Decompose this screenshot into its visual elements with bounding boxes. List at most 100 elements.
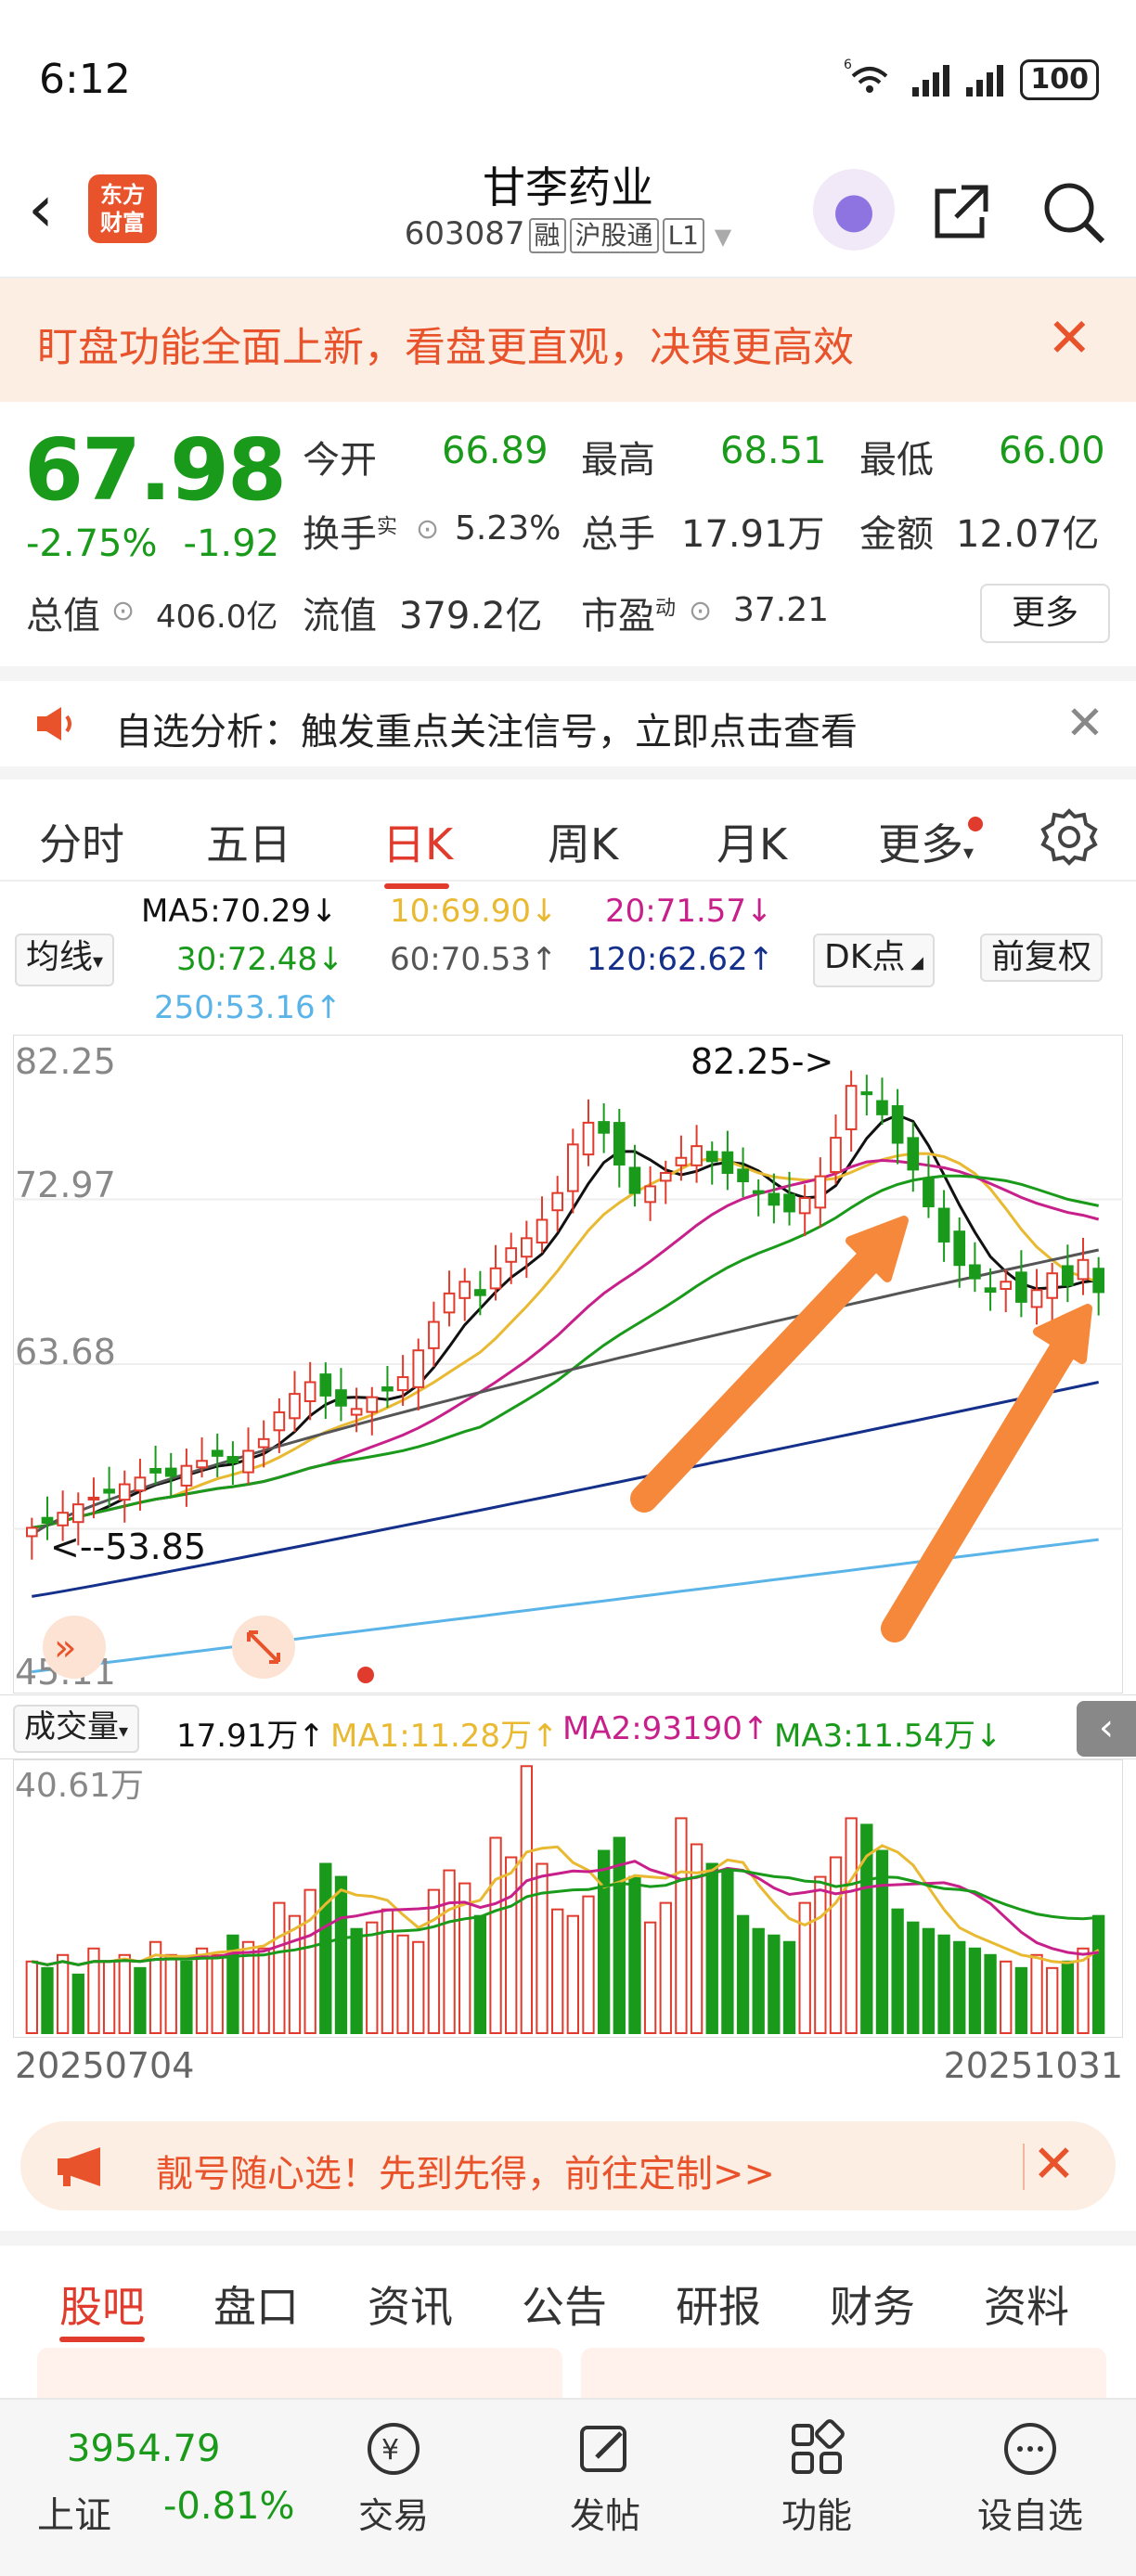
candle-body xyxy=(149,1468,161,1474)
tab-announcements[interactable]: 公告 xyxy=(522,2273,607,2335)
vol-ma3: MA3:11.54万↓ xyxy=(774,1718,1002,1755)
volume-bar xyxy=(489,1836,502,2034)
candle-body xyxy=(211,1449,224,1457)
mcap-label: 总值 xyxy=(26,595,100,638)
tab-financials[interactable]: 财务 xyxy=(830,2273,915,2335)
event-dot[interactable] xyxy=(357,1667,374,1683)
volume-chart[interactable]: 40.61万 xyxy=(13,1759,1123,2038)
volume-bar xyxy=(288,1914,302,2034)
expand-icon[interactable] xyxy=(232,1616,295,1679)
candle-body xyxy=(164,1467,177,1477)
tab-daily-k[interactable]: 日K xyxy=(382,811,453,872)
candle-body xyxy=(830,1137,842,1174)
divider xyxy=(1023,2144,1025,2190)
tab-forum[interactable]: 股吧 xyxy=(59,2273,145,2335)
low-marker: <--53.85 xyxy=(50,1526,206,1567)
y-tick-label: 63.68 xyxy=(15,1332,116,1372)
info-icon[interactable]: ⊙ xyxy=(416,513,439,546)
candle-body xyxy=(752,1190,765,1194)
candle-body xyxy=(705,1151,718,1163)
assistant-avatar-icon[interactable] xyxy=(813,169,895,251)
grid-icon xyxy=(792,2419,845,2474)
close-icon[interactable]: ✕ xyxy=(1047,306,1092,369)
ma60-value: 60:70.53↑ xyxy=(390,941,558,978)
indicator-selector[interactable]: 成交量▾ xyxy=(13,1705,140,1753)
adjust-button[interactable]: 前复权 xyxy=(980,934,1104,982)
tab-five-day[interactable]: 五日 xyxy=(206,811,291,872)
chevron-down-icon: ▼ xyxy=(714,224,732,250)
volume-bar xyxy=(937,1934,950,2034)
candle-body xyxy=(675,1156,688,1166)
close-icon[interactable]: ✕ xyxy=(1065,696,1104,750)
alert-bar[interactable]: 自选分析：触发重点关注信号，立即点击查看 ✕ xyxy=(0,666,1136,766)
share-icon[interactable] xyxy=(928,180,993,245)
dk-point-button[interactable]: DK点 ◢ xyxy=(813,934,935,987)
search-icon[interactable] xyxy=(1038,176,1108,247)
nav-post[interactable]: 发帖 xyxy=(540,2418,670,2538)
volume-bar xyxy=(427,1888,441,2034)
notice-banner[interactable]: 盯盘功能全面上新，看盘更直观，决策更高效 ✕ xyxy=(0,278,1136,402)
open-label: 今开 xyxy=(303,439,377,482)
fast-forward-icon[interactable]: » xyxy=(43,1616,106,1679)
tab-research[interactable]: 研报 xyxy=(676,2273,761,2335)
tab-profile[interactable]: 资料 xyxy=(984,2273,1069,2335)
candle-body xyxy=(737,1168,749,1183)
volume-bar xyxy=(643,1921,657,2034)
close-icon[interactable]: ✕ xyxy=(1032,2134,1076,2195)
pe-label: 市盈动 xyxy=(581,595,677,638)
info-icon[interactable]: ⊙ xyxy=(111,595,135,627)
chart-period-tabs: 分时 五日 日K 周K 月K 更多▾ xyxy=(0,766,1136,889)
tab-order-book[interactable]: 盘口 xyxy=(213,2273,299,2335)
nav-add-watchlist[interactable]: 设自选 xyxy=(965,2418,1095,2538)
volume-bar xyxy=(381,1908,394,2034)
tab-more[interactable]: 更多▾ xyxy=(878,811,988,872)
volume-bar xyxy=(473,1914,487,2034)
low-label: 最低 xyxy=(859,439,934,482)
ma10-value: 10:69.90↓ xyxy=(390,893,558,930)
ma120-value: 120:62.62↑ xyxy=(587,941,775,978)
promo-banner[interactable]: 靓号随心选！先到先得，前往定制>> ✕ xyxy=(20,2121,1116,2210)
volume-bar xyxy=(721,1869,734,2035)
index-name[interactable]: 上证 xyxy=(37,2485,111,2539)
candle-body xyxy=(41,1516,54,1525)
tab-intraday[interactable]: 分时 xyxy=(39,811,124,872)
candle-body xyxy=(691,1145,703,1166)
current-price: 67.98 xyxy=(24,420,287,520)
tab-weekly-k[interactable]: 周K xyxy=(548,811,618,872)
candle-body xyxy=(350,1408,363,1416)
volume-bar xyxy=(891,1908,904,2034)
candle-body xyxy=(1030,1289,1043,1308)
nav-functions[interactable]: 功能 xyxy=(752,2418,882,2538)
info-icon[interactable]: ⊙ xyxy=(689,595,712,627)
volume-bar xyxy=(334,1875,348,2035)
gear-icon[interactable] xyxy=(1039,807,1099,867)
candle-body xyxy=(969,1264,981,1280)
volume-bar xyxy=(505,1856,518,2034)
arrow-annotation xyxy=(881,1304,1092,1642)
nav-trade[interactable]: ¥ 交易 xyxy=(329,2418,458,2538)
content-card-peek[interactable] xyxy=(581,2348,1106,2398)
x-end-date: 20251031 xyxy=(943,2045,1123,2086)
index-change[interactable]: -0.81% xyxy=(163,2485,295,2528)
volume-bar xyxy=(582,1895,595,2034)
volume-bar xyxy=(1030,1953,1043,2034)
ma250-value: 250:53.16↑ xyxy=(154,989,342,1026)
candlestick-chart[interactable]: 82.25 72.97 63.68 45.11 82.25-> <--53.85… xyxy=(13,1035,1123,1694)
volume-bar xyxy=(56,1953,70,2034)
index-value[interactable]: 3954.79 xyxy=(67,2428,220,2470)
volume-bar xyxy=(782,1940,796,2034)
candle-body xyxy=(412,1349,425,1388)
candle-body xyxy=(551,1191,564,1212)
content-card-peek[interactable] xyxy=(37,2348,562,2398)
volume-bar xyxy=(536,1862,549,2035)
tab-monthly-k[interactable]: 月K xyxy=(716,811,787,872)
candle-body xyxy=(289,1393,301,1420)
margin-tag: 融 xyxy=(528,218,566,253)
ma-selector[interactable]: 均线▾ xyxy=(15,934,115,986)
candle-body xyxy=(923,1178,935,1208)
info-tabs: 股吧 盘口 资讯 公告 研报 财务 资料 xyxy=(0,2231,1136,2342)
more-quote-button[interactable]: 更多 xyxy=(980,584,1110,643)
tab-news[interactable]: 资讯 xyxy=(368,2273,453,2335)
volume-bar xyxy=(705,1862,718,2035)
collapse-panel-button[interactable]: ‹ xyxy=(1077,1701,1136,1757)
